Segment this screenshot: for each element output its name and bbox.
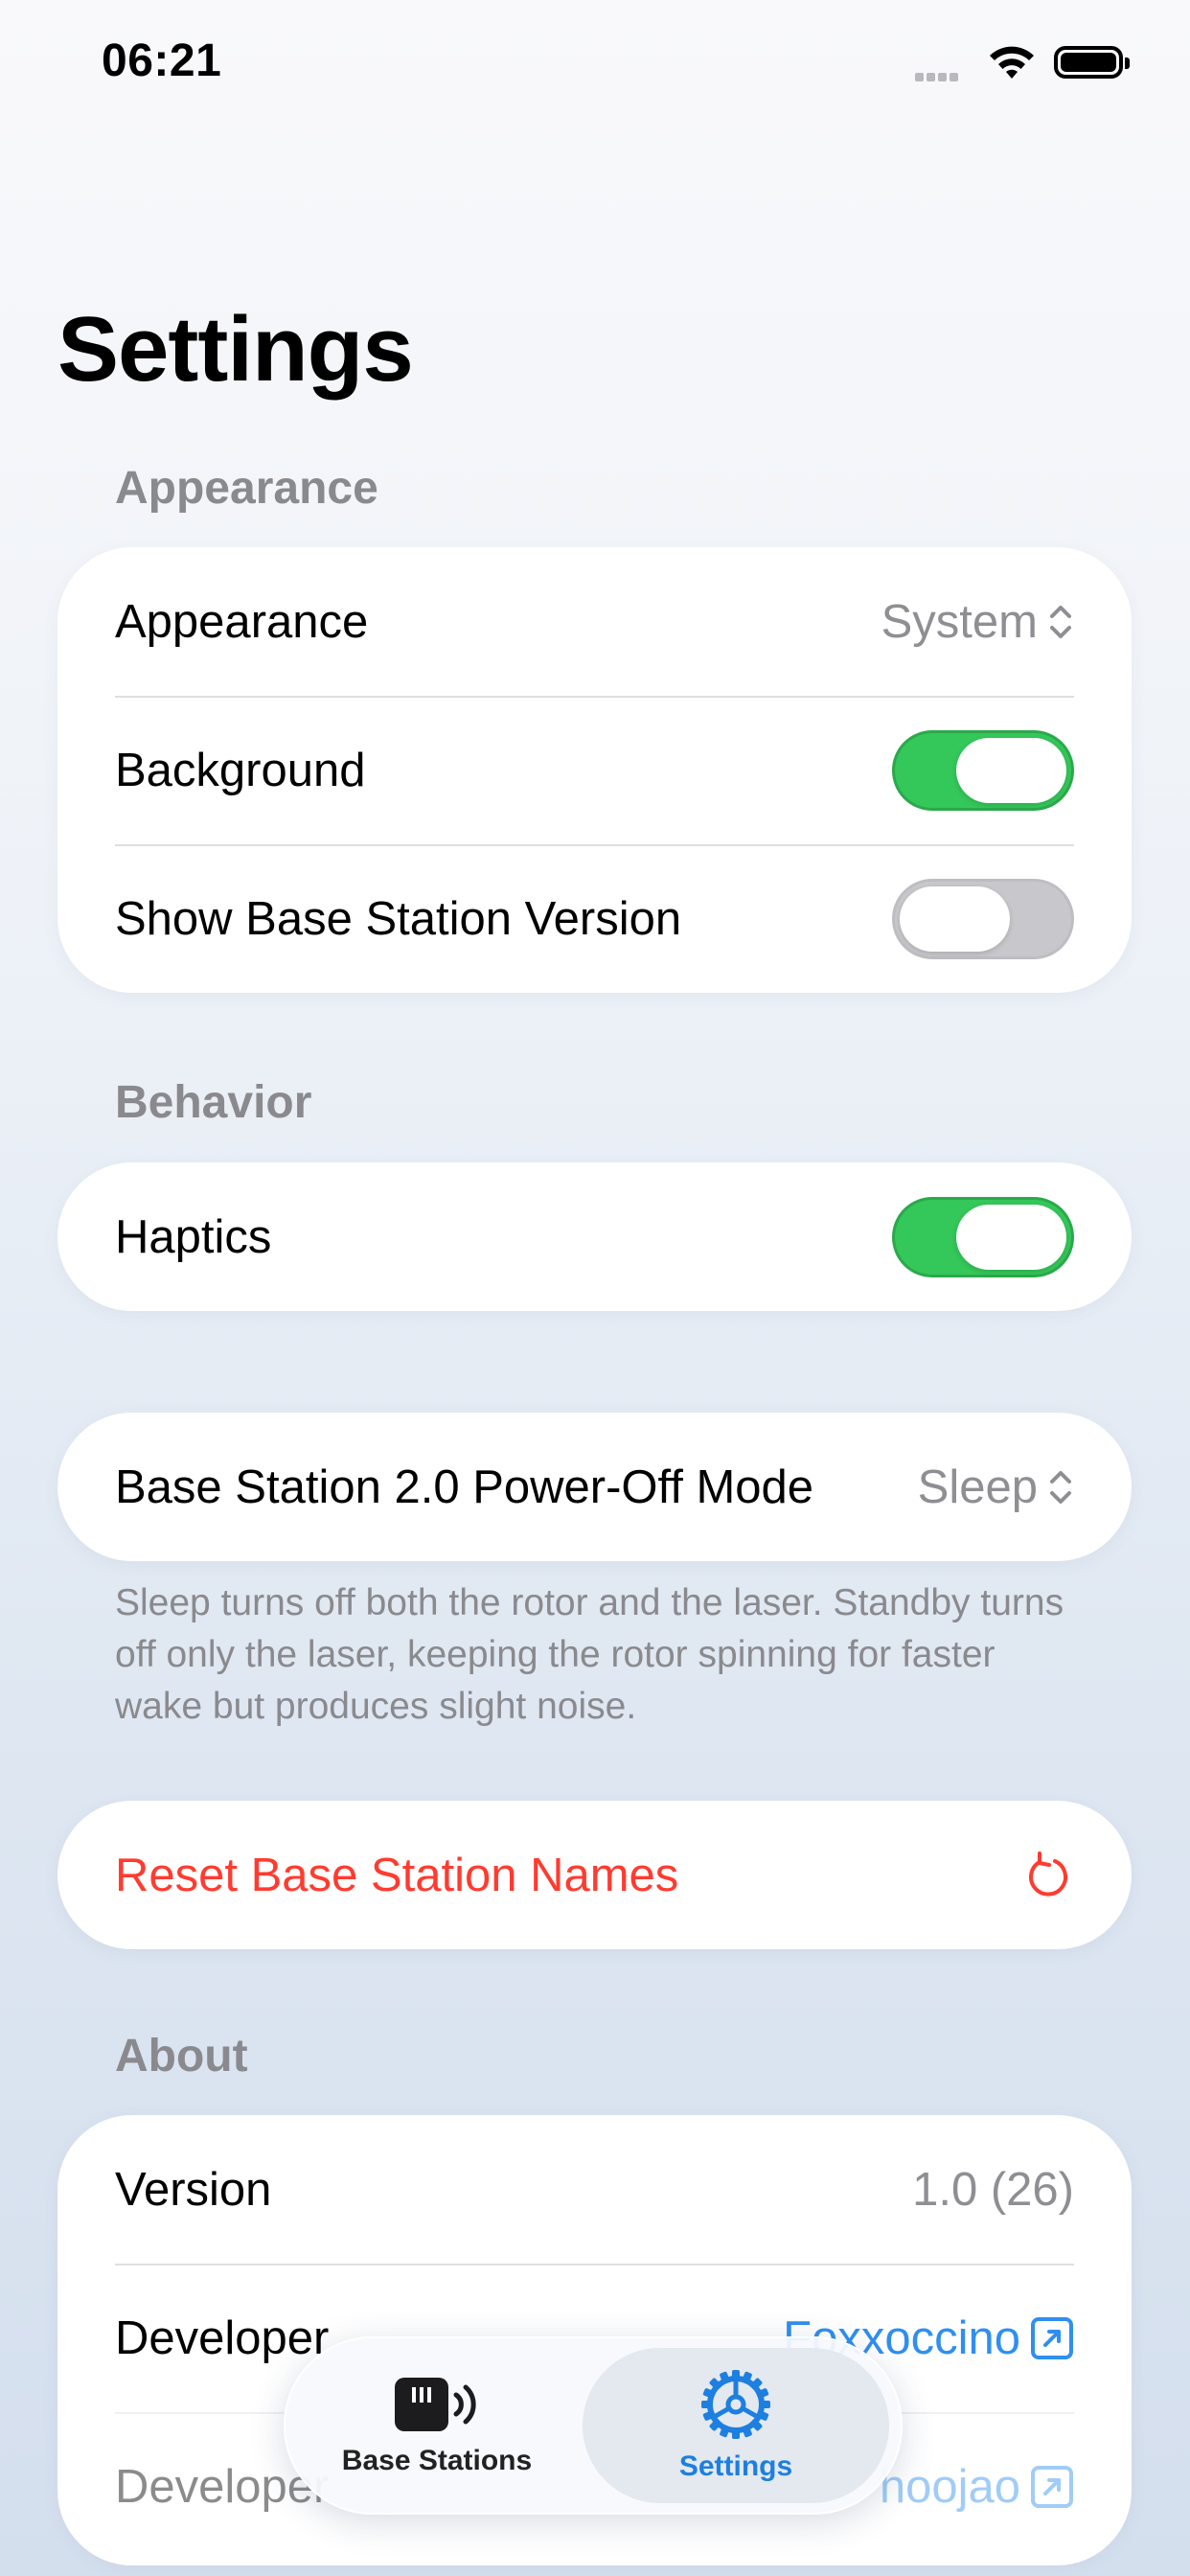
- version-row: Version 1.0 (26): [57, 2115, 1132, 2264]
- row-label: Base Station 2.0 Power-Off Mode: [115, 1460, 814, 1513]
- toggle-knob: [900, 886, 1010, 952]
- row-label: Appearance: [115, 595, 369, 648]
- power-off-card: Base Station 2.0 Power-Off Mode Sleep: [57, 1413, 1132, 1561]
- row-label: Background: [115, 744, 366, 796]
- toggle-knob: [956, 1204, 1066, 1270]
- version-value: 1.0 (26): [912, 2163, 1074, 2216]
- appearance-card: Appearance System Background Show Base S…: [57, 547, 1132, 993]
- developer-name-2: hoojao: [879, 2460, 1020, 2513]
- base-station-icon: [395, 2378, 476, 2431]
- battery-icon: [1054, 46, 1130, 79]
- external-link-icon: [1031, 2465, 1073, 2508]
- power-off-mode-picker[interactable]: Sleep: [918, 1460, 1074, 1514]
- external-link-icon: [1031, 2316, 1073, 2359]
- background-toggle[interactable]: [892, 729, 1074, 811]
- tab-bar: Base Stations Settings: [284, 2336, 903, 2515]
- tab-label: Base Stations: [341, 2445, 533, 2476]
- status-bar: 06:21: [0, 0, 1190, 134]
- section-header-behavior: Behavior: [115, 1077, 312, 1128]
- tab-label: Settings: [678, 2450, 793, 2482]
- row-label: Version: [115, 2163, 272, 2216]
- appearance-value: System: [881, 595, 1038, 648]
- haptics-toggle[interactable]: [892, 1196, 1074, 1277]
- section-header-about: About: [115, 2031, 248, 2082]
- gear-icon: [701, 2370, 770, 2439]
- wifi-icon: [990, 46, 1034, 79]
- power-off-mode-row[interactable]: Base Station 2.0 Power-Off Mode Sleep: [57, 1413, 1132, 1561]
- section-header-appearance: Appearance: [115, 463, 378, 514]
- appearance-picker-row[interactable]: Appearance System: [57, 547, 1132, 696]
- show-version-toggle[interactable]: [892, 878, 1074, 959]
- power-off-mode-value: Sleep: [917, 1460, 1038, 1513]
- status-time: 06:21: [102, 35, 222, 86]
- row-label: Show Base Station Version: [115, 892, 682, 945]
- reset-card: Reset Base Station Names: [57, 1801, 1132, 1949]
- toggle-knob: [956, 737, 1066, 803]
- cellular-signal-icon: [915, 69, 961, 86]
- show-version-row: Show Base Station Version: [57, 844, 1132, 993]
- haptics-row: Haptics: [57, 1162, 1132, 1311]
- page-title: Settings: [57, 298, 414, 401]
- reset-names-label: Reset Base Station Names: [115, 1849, 679, 1901]
- tab-settings[interactable]: Settings: [583, 2348, 889, 2503]
- developer-link-2[interactable]: hoojao: [880, 2460, 1074, 2514]
- chevron-up-down-icon: [1050, 605, 1071, 638]
- tab-base-stations[interactable]: Base Stations: [297, 2348, 577, 2503]
- reset-names-button[interactable]: Reset Base Station Names: [57, 1801, 1132, 1949]
- appearance-picker[interactable]: System: [881, 595, 1074, 649]
- power-off-footnote: Sleep turns off both the rotor and the l…: [115, 1582, 1064, 1727]
- chevron-up-down-icon: [1050, 1470, 1071, 1504]
- row-label: Haptics: [115, 1210, 272, 1263]
- background-row: Background: [57, 696, 1132, 844]
- reset-icon: [1029, 1851, 1067, 1897]
- behavior-card: Haptics: [57, 1162, 1132, 1311]
